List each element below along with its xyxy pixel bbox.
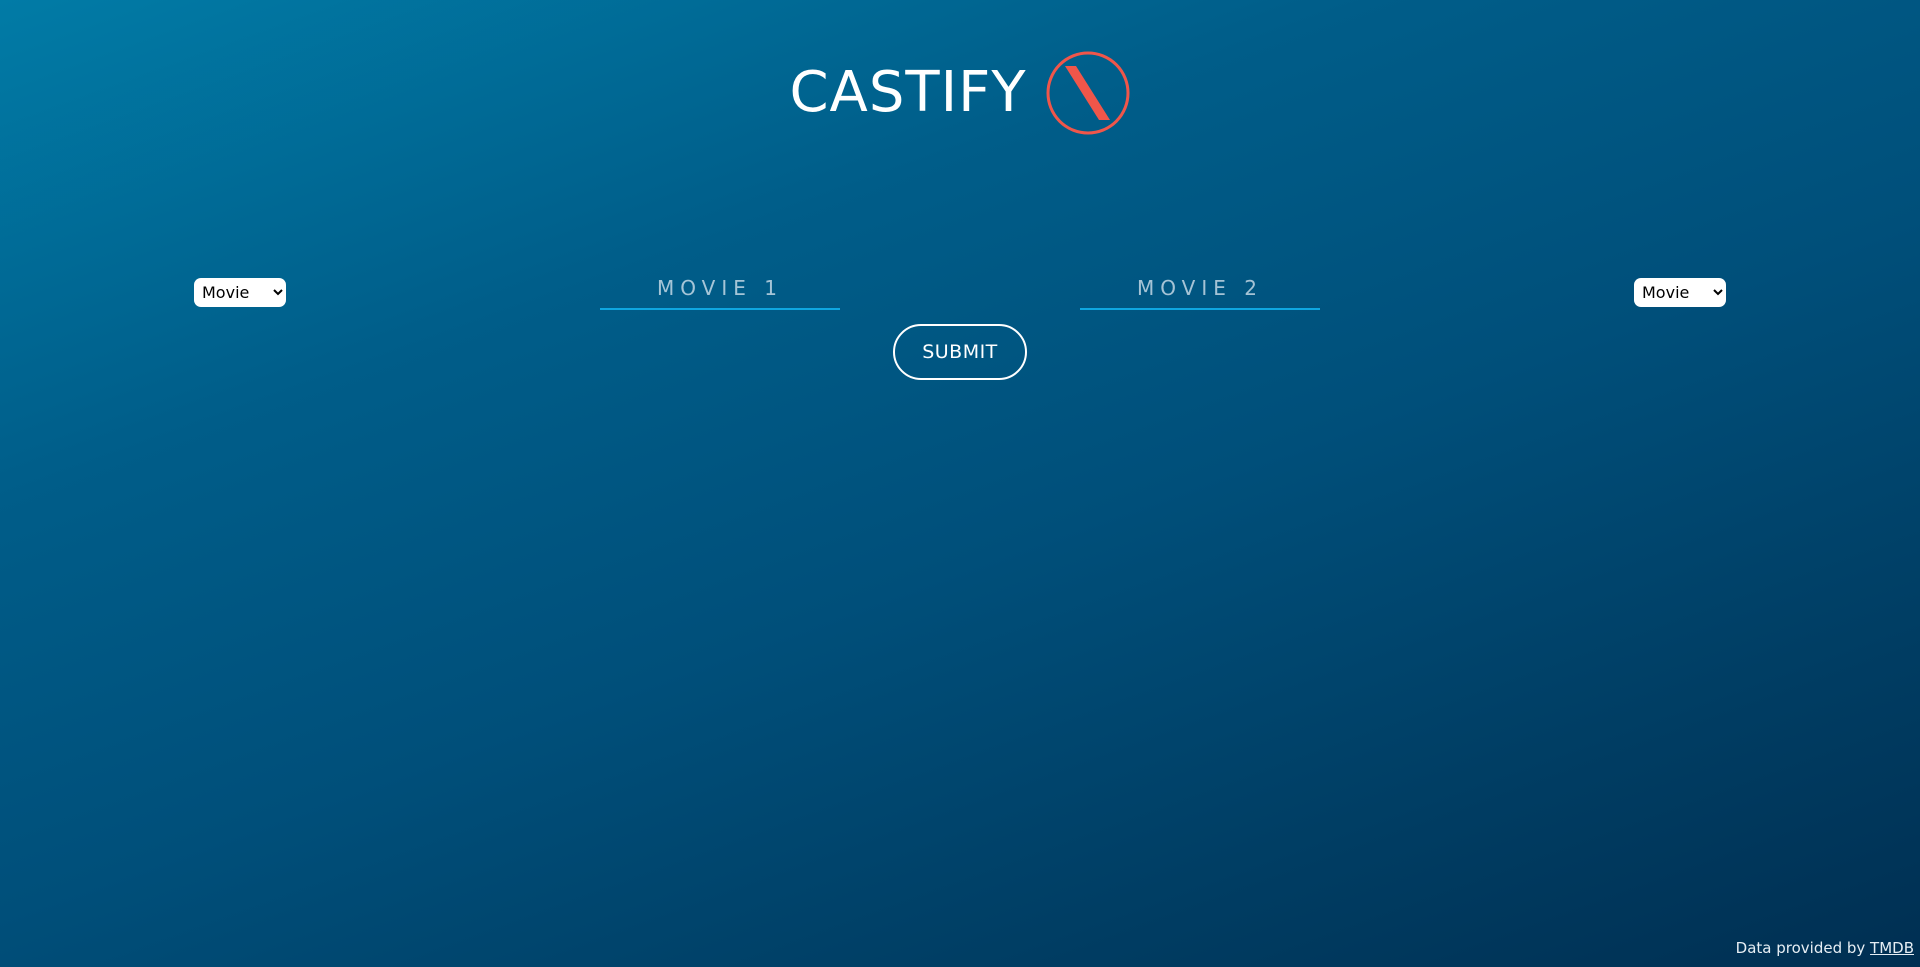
type-select-right[interactable]: Movie xyxy=(1634,278,1726,307)
header: CASTIFY xyxy=(0,50,1920,136)
type-select-left[interactable]: Movie xyxy=(194,278,286,307)
movie2-input[interactable] xyxy=(1080,268,1320,310)
footer-attribution: Data provided by TMDB xyxy=(1736,939,1914,957)
brand-name: CASTIFY xyxy=(789,60,1027,125)
submit-button[interactable]: SUBMIT xyxy=(893,324,1027,380)
brand[interactable]: CASTIFY xyxy=(789,50,1130,136)
castify-logo-icon xyxy=(1046,51,1130,135)
tmdb-link[interactable]: TMDB xyxy=(1870,939,1914,957)
movie1-input[interactable] xyxy=(600,268,840,310)
attribution-text: Data provided by xyxy=(1735,939,1871,957)
